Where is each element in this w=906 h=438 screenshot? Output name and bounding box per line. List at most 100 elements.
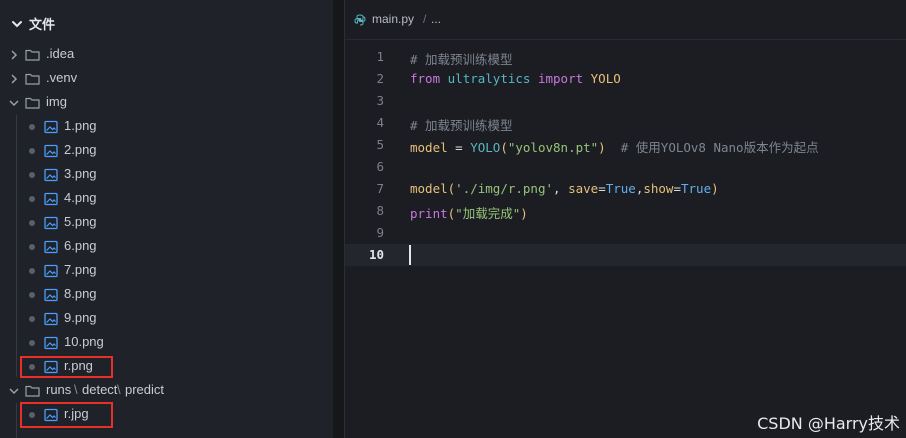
image-file-icon bbox=[44, 312, 58, 326]
tree-item-label: 9.png bbox=[64, 310, 97, 325]
breadcrumb-more[interactable]: ... bbox=[431, 12, 441, 26]
file-dot-icon bbox=[29, 292, 35, 298]
tree-item-label: 10.png bbox=[64, 334, 104, 349]
line-number: 10 bbox=[368, 247, 384, 262]
highlight-annotation-box bbox=[20, 356, 113, 378]
breadcrumb: main.py / ... bbox=[345, 8, 906, 32]
image-file-icon bbox=[44, 240, 58, 254]
code-line-current[interactable]: 10 bbox=[345, 244, 906, 266]
code-line[interactable]: 4 # 加载预训练模型 bbox=[345, 112, 906, 134]
tree-item-file[interactable]: 2.png bbox=[0, 139, 333, 163]
keyword-token: from bbox=[410, 71, 441, 86]
function-token: print bbox=[410, 206, 448, 221]
breadcrumb-divider bbox=[345, 39, 906, 40]
string-token: "加载完成" bbox=[455, 206, 521, 221]
image-file-icon bbox=[44, 168, 58, 182]
line-number: 8 bbox=[376, 203, 384, 218]
bool-token: True bbox=[605, 181, 636, 196]
tree-item-label: img bbox=[46, 94, 67, 109]
image-file-icon bbox=[44, 216, 58, 230]
code-line[interactable]: 6 bbox=[345, 156, 906, 178]
tree-item-file[interactable]: 6.png bbox=[0, 235, 333, 259]
code-line[interactable]: 9 bbox=[345, 222, 906, 244]
tree-item-idea[interactable]: .idea bbox=[0, 43, 333, 67]
call-token: YOLO bbox=[470, 140, 501, 155]
line-number: 7 bbox=[376, 181, 384, 196]
tree-item-file[interactable]: 10.png bbox=[0, 331, 333, 355]
folder-icon bbox=[25, 49, 40, 61]
line-number: 9 bbox=[376, 225, 384, 240]
image-file-icon bbox=[44, 264, 58, 278]
tree-item-img[interactable]: img bbox=[0, 91, 333, 115]
paren-token: ) bbox=[598, 140, 606, 155]
tree-item-file[interactable]: 8.png bbox=[0, 283, 333, 307]
kwarg-token: show bbox=[643, 181, 674, 196]
operator-token: = bbox=[673, 181, 681, 196]
chevron-down-icon[interactable] bbox=[8, 385, 20, 397]
file-dot-icon bbox=[29, 316, 35, 322]
code-text: # 加载预训练模型 bbox=[410, 49, 513, 68]
code-text: model('./img/r.png', save=True,show=True… bbox=[410, 181, 719, 196]
string-token: "yolov8n.pt" bbox=[507, 140, 599, 155]
file-dot-icon bbox=[29, 124, 35, 130]
code-line[interactable]: 1 # 加载预训练模型 bbox=[345, 46, 906, 68]
tree-item-file[interactable]: 7.png bbox=[0, 259, 333, 283]
string-token: './img/r.png' bbox=[455, 181, 554, 196]
tree-item-file[interactable]: 9.png bbox=[0, 307, 333, 331]
file-dot-icon bbox=[29, 196, 35, 202]
paren-token: ) bbox=[711, 181, 719, 196]
line-number: 4 bbox=[376, 115, 384, 130]
call-token: model bbox=[410, 181, 448, 196]
operator-token: , bbox=[553, 181, 569, 196]
code-line[interactable]: 3 bbox=[345, 90, 906, 112]
tree-item-label: .venv bbox=[46, 70, 78, 85]
code-line[interactable]: 2 from ultralytics import YOLO bbox=[345, 68, 906, 90]
tree-item-file[interactable]: 5.png bbox=[0, 211, 333, 235]
highlight-annotation-box bbox=[20, 402, 113, 428]
line-number: 2 bbox=[376, 71, 384, 86]
chevron-down-icon[interactable] bbox=[10, 17, 24, 31]
tree-item-label: 8.png bbox=[64, 286, 97, 301]
explorer-header[interactable]: 文件 bbox=[0, 12, 333, 36]
explorer-title: 文件 bbox=[29, 18, 56, 33]
chevron-right-icon[interactable] bbox=[8, 49, 20, 61]
code-editor[interactable]: main.py / ... 1 # 加载预训练模型 2 from ultraly… bbox=[345, 0, 906, 438]
text-cursor bbox=[409, 245, 411, 265]
chevron-right-icon[interactable] bbox=[8, 73, 20, 85]
image-file-icon bbox=[44, 120, 58, 134]
python-file-icon bbox=[354, 14, 366, 26]
bool-token: True bbox=[681, 181, 712, 196]
chevron-down-icon[interactable] bbox=[8, 97, 20, 109]
image-file-icon bbox=[44, 144, 58, 158]
tree-item-file[interactable]: 1.png bbox=[0, 115, 333, 139]
watermark: CSDN @Harry技术 bbox=[757, 414, 900, 433]
line-number: 1 bbox=[376, 49, 384, 64]
path-separator: \ bbox=[117, 382, 121, 397]
file-dot-icon bbox=[29, 172, 35, 178]
tree-item-file[interactable]: 3.png bbox=[0, 163, 333, 187]
tree-item-label: 7.png bbox=[64, 262, 97, 277]
tree-item-venv[interactable]: .venv bbox=[0, 67, 333, 91]
image-file-icon bbox=[44, 192, 58, 206]
code-line[interactable]: 5 model = YOLO("yolov8n.pt") # 使用YOLOv8 … bbox=[345, 134, 906, 156]
file-dot-icon bbox=[29, 220, 35, 226]
comment-token: # 加载预训练模型 bbox=[410, 118, 513, 133]
file-dot-icon bbox=[29, 148, 35, 154]
file-dot-icon bbox=[29, 244, 35, 250]
breadcrumb-separator: / bbox=[423, 12, 427, 26]
tree-item-runs-detect-predict[interactable]: runs \ detect \ predict bbox=[0, 379, 333, 403]
tree-item-file[interactable]: 4.png bbox=[0, 187, 333, 211]
breadcrumb-file[interactable]: main.py bbox=[372, 12, 414, 26]
folder-icon bbox=[25, 73, 40, 85]
code-line[interactable]: 7 model('./img/r.png', save=True,show=Tr… bbox=[345, 178, 906, 200]
code-text: model = YOLO("yolov8n.pt") # 使用YOLOv8 Na… bbox=[410, 137, 819, 156]
paren-token: ) bbox=[520, 206, 528, 221]
operator-token: = bbox=[598, 181, 606, 196]
paren-token: ( bbox=[500, 140, 508, 155]
line-number: 6 bbox=[376, 159, 384, 174]
kwarg-token: save bbox=[568, 181, 599, 196]
operator-token: = bbox=[447, 140, 471, 155]
code-line[interactable]: 8 print("加载完成") bbox=[345, 200, 906, 222]
comment-token: # 加载预训练模型 bbox=[410, 52, 513, 67]
tree-item-label: 1.png bbox=[64, 118, 97, 133]
